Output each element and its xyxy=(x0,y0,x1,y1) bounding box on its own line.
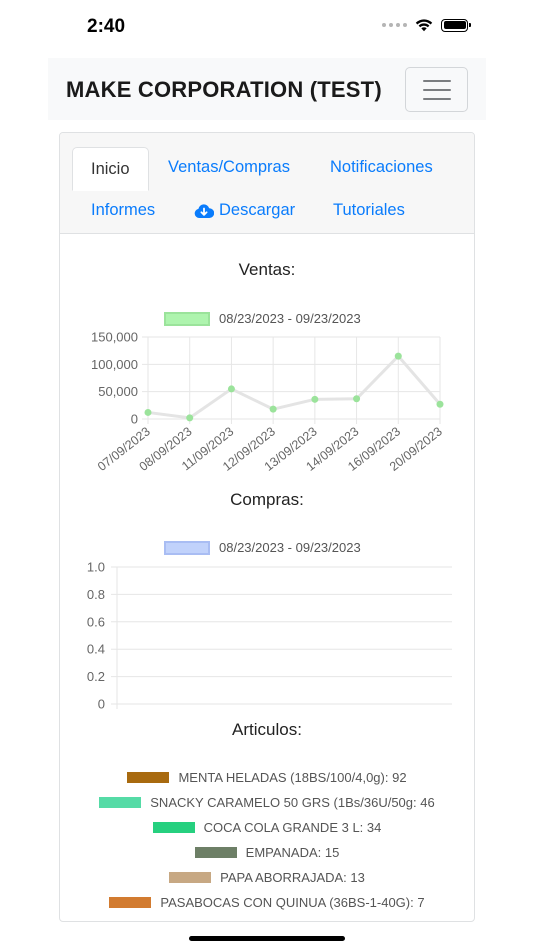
articulos-legend-item[interactable]: EMPANADA: 15 xyxy=(60,840,474,865)
tab-ventas-compras[interactable]: Ventas/Compras xyxy=(168,158,290,177)
ventas-data-point[interactable] xyxy=(186,414,194,422)
status-time: 2:40 xyxy=(87,16,126,37)
cellular-signal-icon xyxy=(382,23,407,27)
ventas-legend-label: 08/23/2023 - 09/23/2023 xyxy=(219,311,361,326)
ventas-chart: 150,000100,00050,000007/09/202308/09/202… xyxy=(91,330,445,474)
ventas-legend-swatch xyxy=(164,311,210,326)
ventas-ytick-label: 50,000 xyxy=(98,384,138,399)
ventas-data-point[interactable] xyxy=(269,405,277,413)
compras-legend-swatch xyxy=(164,540,210,555)
articulos-legend-swatch xyxy=(99,797,142,808)
compras-chart: 1.0 0.8 0.6 0.4 0.2 0 xyxy=(87,560,452,712)
ventas-title: Ventas: xyxy=(238,260,296,279)
articulos-legend-label: EMPANADA: 15 xyxy=(245,845,340,860)
status-icons xyxy=(382,18,471,32)
articulos-legend-label: COCA COLA GRANDE 3 L: 34 xyxy=(203,820,382,835)
ventas-data-point[interactable] xyxy=(311,395,319,403)
ventas-series-line xyxy=(147,354,442,420)
ventas-ytick-label: 0 xyxy=(131,412,138,427)
tab-inicio-label: Inicio xyxy=(91,159,130,178)
tab-notificaciones-label: Notificaciones xyxy=(330,158,433,176)
ventas-data-point[interactable] xyxy=(144,408,152,416)
compras-ytick-label: 0.6 xyxy=(87,614,105,629)
tab-informes[interactable]: Informes xyxy=(91,201,155,220)
ventas-data-point[interactable] xyxy=(394,352,402,360)
hamburger-menu-button[interactable] xyxy=(405,67,468,112)
dashboard-card: Inicio Ventas/Compras Notificaciones Inf… xyxy=(59,132,475,922)
articulos-legend-swatch xyxy=(152,822,195,833)
articulos-legend: MENTA HELADAS (18BS/100/4,0g): 92 SNACKY … xyxy=(60,765,474,915)
compras-ytick-label: 0.2 xyxy=(87,669,105,684)
home-indicator xyxy=(189,936,345,941)
status-bar: 2:40 xyxy=(0,0,534,56)
ventas-data-point[interactable] xyxy=(227,385,235,393)
articulos-legend-item[interactable]: PAPA ABORRAJADA: 13 xyxy=(60,865,474,890)
ventas-legend[interactable]: 08/23/2023 - 09/23/2023 xyxy=(164,311,361,326)
tab-inicio[interactable]: Inicio xyxy=(72,147,149,191)
articulos-legend-label: MENTA HELADAS (18BS/100/4,0g): 92 xyxy=(178,770,407,785)
compras-legend-label: 08/23/2023 - 09/23/2023 xyxy=(219,540,361,555)
compras-legend[interactable]: 08/23/2023 - 09/23/2023 xyxy=(164,540,361,555)
compras-ytick-label: 0 xyxy=(98,697,105,712)
articulos-legend-label: SNACKY CARAMELO 50 GRS (1Bs/36U/50g: 46 xyxy=(150,795,435,810)
articulos-legend-item[interactable]: MENTA HELADAS (18BS/100/4,0g): 92 xyxy=(60,765,474,790)
tab-ventas-compras-label: Ventas/Compras xyxy=(168,158,290,176)
tab-tutoriales-label: Tutoriales xyxy=(333,201,405,219)
articulos-legend-item[interactable]: PASABOCAS CON QUINUA (36BS-1-40G): 7 xyxy=(60,890,474,915)
ventas-ytick-label: 100,000 xyxy=(91,357,138,372)
tab-notificaciones[interactable]: Notificaciones xyxy=(330,158,433,177)
tab-descargar[interactable]: Descargar xyxy=(194,201,295,220)
compras-ytick-label: 0.4 xyxy=(87,642,105,657)
tab-bar: Inicio Ventas/Compras Notificaciones Inf… xyxy=(60,133,474,234)
tab-informes-label: Informes xyxy=(91,201,156,219)
articulos-legend-item[interactable]: COCA COLA GRANDE 3 L: 34 xyxy=(60,815,474,840)
articulos-legend-swatch xyxy=(169,872,212,883)
brand-title[interactable]: MAKE CORPORATION (TEST) xyxy=(66,77,382,103)
navbar: MAKE CORPORATION (TEST) xyxy=(48,58,486,120)
cloud-download-icon xyxy=(194,203,214,218)
tab-tutoriales[interactable]: Tutoriales xyxy=(333,201,405,220)
tab-descargar-label: Descargar xyxy=(219,201,296,219)
articulos-title: Articulos: xyxy=(232,720,302,739)
articulos-legend-label: PASABOCAS CON QUINUA (36BS-1-40G): 7 xyxy=(160,895,425,910)
ventas-ytick-label: 150,000 xyxy=(91,330,138,345)
compras-ytick-label: 0.8 xyxy=(87,587,105,602)
articulos-legend-item[interactable]: SNACKY CARAMELO 50 GRS (1Bs/36U/50g: 46 xyxy=(60,790,474,815)
battery-icon xyxy=(441,18,471,32)
articulos-legend-swatch xyxy=(194,847,237,858)
wifi-icon xyxy=(415,19,433,32)
compras-title: Compras: xyxy=(230,490,304,509)
articulos-legend-swatch xyxy=(127,772,170,783)
hamburger-menu-icon xyxy=(423,80,451,82)
articulos-legend-label: PAPA ABORRAJADA: 13 xyxy=(220,870,365,885)
compras-ytick-label: 1.0 xyxy=(87,560,105,575)
articulos-legend-swatch xyxy=(109,897,152,908)
ventas-data-point[interactable] xyxy=(436,400,444,408)
ventas-data-point[interactable] xyxy=(353,395,361,403)
